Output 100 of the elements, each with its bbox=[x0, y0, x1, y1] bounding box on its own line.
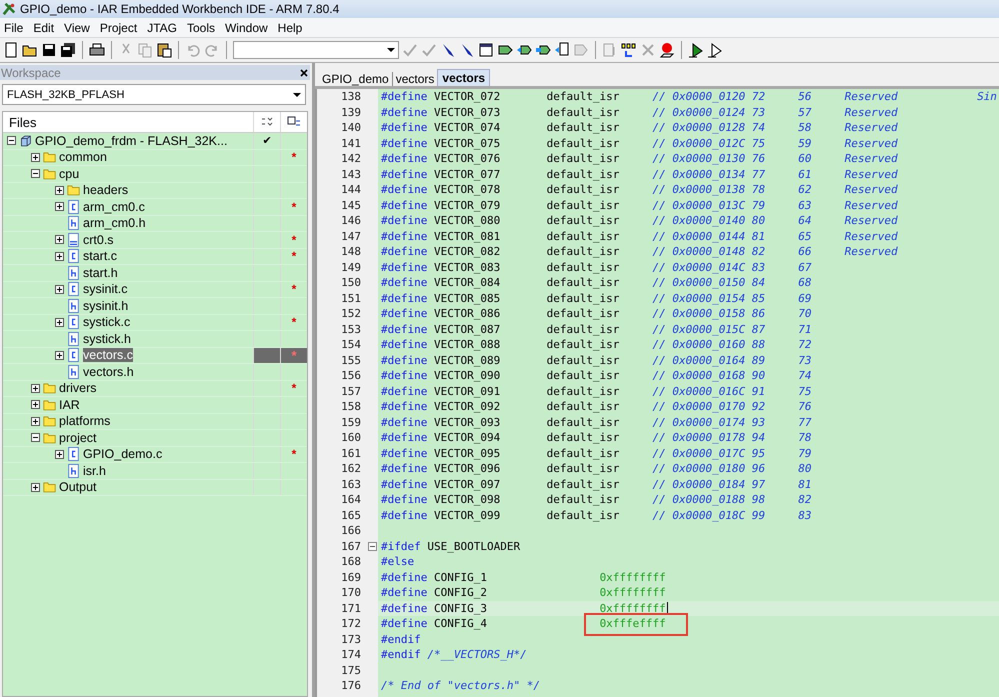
expander-icon[interactable] bbox=[55, 252, 64, 261]
close-icon[interactable] bbox=[300, 68, 308, 76]
save-all-icon[interactable] bbox=[60, 42, 76, 58]
line-number: 148 bbox=[340, 244, 362, 260]
cube-icon bbox=[19, 134, 32, 148]
c-file-icon bbox=[67, 200, 80, 214]
tree-item[interactable]: isr.h bbox=[3, 463, 307, 480]
line-number: 158 bbox=[340, 399, 362, 414]
code-line: #define VECTOR_078 default_isr // 0x0000_0138 78 62 Reserved bbox=[381, 183, 899, 196]
code-line: #define VECTOR_099 default_isr // 0x0000_018C 99 83 bbox=[381, 508, 812, 522]
collapse-icon[interactable] bbox=[368, 542, 377, 551]
tree-item[interactable]: crt0.s * bbox=[3, 232, 307, 248]
tree-item[interactable]: arm_cm0.c * bbox=[3, 199, 307, 216]
menu-item[interactable]: File bbox=[0, 20, 30, 34]
editor-tab[interactable]: GPIO_demo bbox=[319, 72, 392, 86]
editor-tab[interactable]: vectors bbox=[437, 69, 490, 86]
breakpoint-icon[interactable] bbox=[659, 42, 675, 58]
expander-icon[interactable] bbox=[31, 416, 40, 426]
code-line: #define VECTOR_098 default_isr // 0x0000_0188 98 82 bbox=[381, 493, 812, 506]
debug-icon[interactable] bbox=[688, 42, 704, 58]
h-file-icon bbox=[67, 216, 80, 230]
configuration-dropdown[interactable]: FLASH_32KB_PFLASH bbox=[2, 84, 306, 105]
menu-item[interactable]: Window bbox=[220, 20, 274, 34]
tree-item[interactable]: GPIO_demo_frdm - FLASH_32K... ✔ bbox=[3, 133, 307, 150]
options-icon[interactable] bbox=[287, 116, 301, 128]
c-file-icon bbox=[67, 315, 80, 330]
line-number: 170 bbox=[340, 585, 362, 600]
expander-icon[interactable] bbox=[31, 482, 40, 492]
expander-icon[interactable] bbox=[31, 152, 40, 162]
print-icon[interactable] bbox=[89, 42, 105, 58]
save-icon[interactable] bbox=[41, 42, 57, 58]
tree-item[interactable]: cpu bbox=[3, 166, 307, 182]
line-number: 164 bbox=[340, 492, 362, 508]
line-number: 175 bbox=[340, 662, 362, 678]
make-icon[interactable] bbox=[621, 42, 637, 58]
tag-list-icon[interactable] bbox=[554, 42, 570, 58]
expander-icon[interactable] bbox=[55, 450, 64, 459]
window-icon[interactable] bbox=[478, 42, 494, 58]
tree-item[interactable]: IAR bbox=[3, 397, 307, 414]
expander-icon[interactable] bbox=[7, 136, 16, 146]
tree-item[interactable]: vectors.c * bbox=[3, 348, 307, 364]
code-line: #define VECTOR_088 default_isr // 0x0000_0160 88 72 bbox=[381, 338, 812, 352]
menu-item[interactable]: Project bbox=[96, 20, 144, 34]
line-number: 141 bbox=[340, 136, 362, 151]
code-line: #define VECTOR_086 default_isr // 0x0000_0158 86 70 bbox=[381, 307, 812, 320]
debug-outline-icon[interactable] bbox=[707, 42, 723, 58]
line-number: 151 bbox=[340, 290, 362, 306]
sort-icon[interactable] bbox=[260, 116, 274, 128]
menu-item[interactable]: View bbox=[60, 20, 96, 34]
paste-icon[interactable] bbox=[156, 42, 172, 58]
tree-item[interactable]: Output bbox=[3, 480, 307, 496]
window-title: GPIO_demo - IAR Embedded Workbench IDE - ARM 7.80.4 bbox=[20, 2, 340, 16]
code-line: #define VECTOR_085 default_isr // 0x0000_0154 85 69 bbox=[381, 292, 812, 305]
expander-icon[interactable] bbox=[55, 284, 64, 294]
text-cursor bbox=[666, 602, 668, 615]
line-number: 153 bbox=[340, 322, 362, 337]
expander-icon[interactable] bbox=[55, 235, 64, 244]
tree-item[interactable]: systick.c * bbox=[3, 314, 307, 331]
tree-item[interactable]: GPIO_demo.c * bbox=[3, 446, 307, 463]
expander-icon[interactable] bbox=[31, 400, 40, 410]
tree-item[interactable]: platforms bbox=[3, 414, 307, 430]
check-icon[interactable] bbox=[402, 42, 418, 58]
search-combobox[interactable] bbox=[233, 41, 399, 59]
expander-icon[interactable] bbox=[55, 186, 64, 195]
tree-item[interactable]: start.h bbox=[3, 265, 307, 282]
code-line: #define VECTOR_094 default_isr // 0x0000_0178 94 78 bbox=[381, 431, 812, 444]
code-line: /* End of "vectors.h" */ bbox=[381, 679, 540, 692]
line-number: 176 bbox=[340, 678, 362, 694]
tree-item[interactable]: common * bbox=[3, 150, 307, 166]
tree-item[interactable]: arm_cm0.h bbox=[3, 216, 307, 232]
expander-icon[interactable] bbox=[31, 433, 40, 442]
tree-item[interactable]: sysinit.c * bbox=[3, 282, 307, 298]
app-icon bbox=[2, 2, 16, 16]
expander-icon[interactable] bbox=[31, 384, 40, 393]
tree-item[interactable]: project bbox=[3, 430, 307, 446]
new-file-icon[interactable] bbox=[3, 42, 19, 58]
line-number: 174 bbox=[340, 647, 362, 662]
menu-item[interactable]: Tools bbox=[182, 20, 221, 34]
code-line: #define VECTOR_092 default_isr // 0x0000_0170 92 76 bbox=[381, 400, 812, 414]
tree-item[interactable]: start.c * bbox=[3, 248, 307, 265]
expander-icon[interactable] bbox=[31, 169, 40, 178]
tree-item[interactable]: drivers * bbox=[3, 380, 307, 397]
tree-item[interactable]: vectors.h bbox=[3, 364, 307, 380]
menu-item[interactable]: Edit bbox=[29, 20, 60, 34]
line-number: 166 bbox=[340, 523, 362, 538]
code-line: #define CONFIG_4 0xfffeffff bbox=[381, 617, 666, 630]
check-icon[interactable] bbox=[421, 42, 437, 58]
tree-item[interactable]: headers bbox=[3, 182, 307, 199]
c-file-icon bbox=[67, 249, 80, 264]
line-number: 145 bbox=[340, 198, 362, 213]
expander-icon[interactable] bbox=[55, 202, 64, 212]
line-number: 169 bbox=[340, 570, 362, 585]
menu-item[interactable]: JTAG bbox=[143, 20, 183, 34]
expander-icon[interactable] bbox=[55, 318, 64, 327]
code-line: #define VECTOR_074 default_isr // 0x0000_0128 74 58 Reserved bbox=[381, 121, 899, 134]
expander-icon[interactable] bbox=[55, 350, 64, 360]
line-number: 140 bbox=[340, 120, 362, 136]
tree-item[interactable]: sysinit.h bbox=[3, 298, 307, 314]
menu-item[interactable]: Help bbox=[274, 20, 308, 34]
line-number: 171 bbox=[340, 600, 362, 616]
